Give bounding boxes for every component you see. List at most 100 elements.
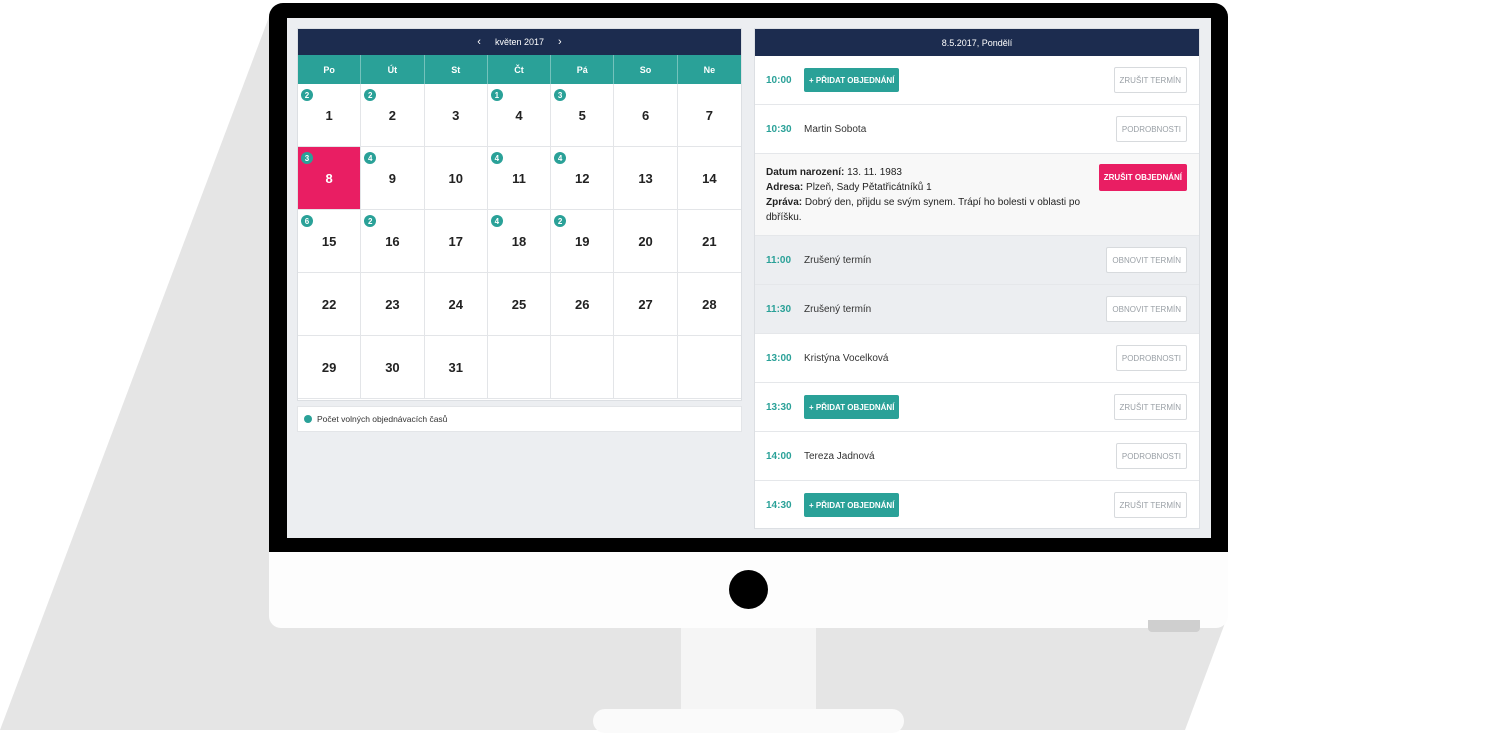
calendar-day[interactable]: 31 [424,336,488,399]
day-number: 22 [321,296,337,312]
appointment-details: Datum narození: 13. 11. 1983 Adresa: Plz… [755,154,1199,236]
calendar-day[interactable]: 26 [551,273,615,336]
day-number: 14 [702,170,717,186]
day-number: 30 [385,359,400,375]
free-slots-badge: 3 [554,89,567,101]
free-slots-badge: 4 [554,152,567,164]
calendar-day[interactable]: 2 16 [361,210,425,273]
chevron-left-icon[interactable]: ‹ [477,36,481,48]
calendar-day-empty [677,336,741,399]
free-slots-badge: 2 [364,215,377,227]
cancel-slot-button[interactable]: ZRUŠIT TERMÍN [1113,67,1187,93]
patient-name: Martin Sobota [804,123,867,135]
details-button[interactable]: PODROBNOSTI [1115,345,1187,371]
free-slots-badge: 2 [554,215,567,227]
day-number: 18 [511,233,527,249]
calendar-day[interactable]: 49 [361,147,425,210]
slot-time: 11:30 [766,303,792,315]
calendar: ‹ květen 2017 › Po Út St Čt Pá So Ne 212… [297,28,742,401]
calendar-day[interactable]: 21 [677,210,741,273]
restore-slot-button[interactable]: OBNOVIT TERMÍN [1106,296,1187,322]
calendar-day[interactable]: 35 [551,84,615,147]
time-slot: 14:30 + PŘIDAT OBJEDNÁNÍ ZRUŠIT TERMÍN [755,481,1199,528]
calendar-day[interactable]: 21 [298,84,362,147]
cancel-slot-button[interactable]: ZRUŠIT TERMÍN [1113,394,1187,420]
time-slot-cancelled: 11:30 Zrušený termín OBNOVIT TERMÍN [755,285,1199,334]
monitor-power-button [729,570,768,609]
calendar-day[interactable]: 17 [424,210,488,273]
monitor-chin-shadow [1148,620,1200,632]
patient-name: Kristýna Vocelková [804,352,889,364]
calendar-day[interactable]: 4 11 [487,147,552,210]
cancel-order-button[interactable]: ZRUŠIT OBJEDNÁNÍ [1098,164,1187,191]
day-number: 29 [321,359,337,375]
day-number: 6 [641,107,650,123]
slot-status: Zrušený termín [804,254,872,266]
weekday-label: Pá [551,55,615,84]
monitor-stand-base [593,709,904,733]
calendar-day[interactable]: 14 [487,84,552,147]
calendar-day[interactable]: 24 [424,273,488,336]
calendar-day[interactable]: 28 [677,273,741,336]
weekday-header: Po Út St Čt Pá So Ne [298,55,741,84]
cancel-slot-button[interactable]: ZRUŠIT TERMÍN [1113,492,1187,518]
day-number: 25 [511,296,527,312]
day-number: 12 [575,170,590,186]
month-label: květen 2017 [494,37,545,47]
calendar-legend: Počet volných objednávacích časů [297,406,742,432]
add-order-button[interactable]: + PŘIDAT OBJEDNÁNÍ [804,68,900,92]
calendar-day[interactable]: 20 [614,210,678,273]
free-slots-badge: 3 [301,152,313,164]
day-number: 3 [452,107,460,123]
details-button[interactable]: PODROBNOSTI [1115,116,1187,142]
day-number: 1 [325,107,333,123]
chevron-right-icon[interactable]: › [558,36,562,48]
patient-name: Tereza Jadnová [804,450,875,462]
calendar-day[interactable]: 6 15 [298,210,362,273]
details-button[interactable]: PODROBNOSTI [1115,443,1187,469]
calendar-day[interactable]: 23 [361,273,425,336]
schedule-header: 8.5.2017, Pondělí [755,29,1199,56]
calendar-day[interactable]: 22 [361,84,425,147]
calendar-day[interactable]: 6 [614,84,678,147]
day-number: 7 [705,107,713,123]
day-number: 11 [512,170,526,186]
message-label: Zpráva: [766,197,803,208]
slot-time: 13:30 [766,401,792,413]
free-slots-badge: 2 [301,89,313,101]
legend-text: Počet volných objednávacích časů [317,414,448,424]
day-number: 15 [321,233,337,249]
calendar-day[interactable]: 4 18 [487,210,552,273]
schedule-panel: 8.5.2017, Pondělí 10:00 + PŘIDAT OBJEDNÁ… [754,28,1200,529]
time-slot-cancelled: 11:00 Zrušený termín OBNOVIT TERMÍN [755,236,1199,285]
calendar-day[interactable]: 10 [424,147,488,210]
calendar-day[interactable]: 13 [614,147,678,210]
calendar-day[interactable]: 7 [677,84,741,147]
calendar-day[interactable]: 27 [614,273,678,336]
calendar-day[interactable]: 2 19 [551,210,615,273]
birth-value: 13. 11. 1983 [847,167,902,178]
calendar-day[interactable]: 29 [298,336,362,399]
free-slots-badge: 4 [490,152,503,164]
time-slot: 14:00 Tereza Jadnová PODROBNOSTI [755,432,1199,481]
free-slots-badge: 4 [364,152,377,164]
day-number: 16 [385,233,400,249]
calendar-day[interactable]: 14 [677,147,741,210]
free-slots-badge: 2 [364,89,377,101]
free-slots-badge: 1 [490,89,503,101]
day-number: 27 [638,296,653,312]
calendar-day[interactable]: 22 [298,273,362,336]
day-number: 31 [448,359,463,375]
add-order-button[interactable]: + PŘIDAT OBJEDNÁNÍ [804,493,900,517]
calendar-day[interactable]: 3 [424,84,488,147]
calendar-day[interactable]: 4 12 [551,147,615,210]
weekday-label: Út [361,55,425,84]
calendar-day[interactable]: 38 [298,147,362,210]
day-number: 28 [702,296,717,312]
calendar-day[interactable]: 25 [487,273,552,336]
slot-time: 10:00 [766,74,792,86]
add-order-button[interactable]: + PŘIDAT OBJEDNÁNÍ [804,395,900,419]
calendar-day[interactable]: 30 [361,336,425,399]
day-number: 21 [702,233,717,249]
restore-slot-button[interactable]: OBNOVIT TERMÍN [1106,247,1187,273]
